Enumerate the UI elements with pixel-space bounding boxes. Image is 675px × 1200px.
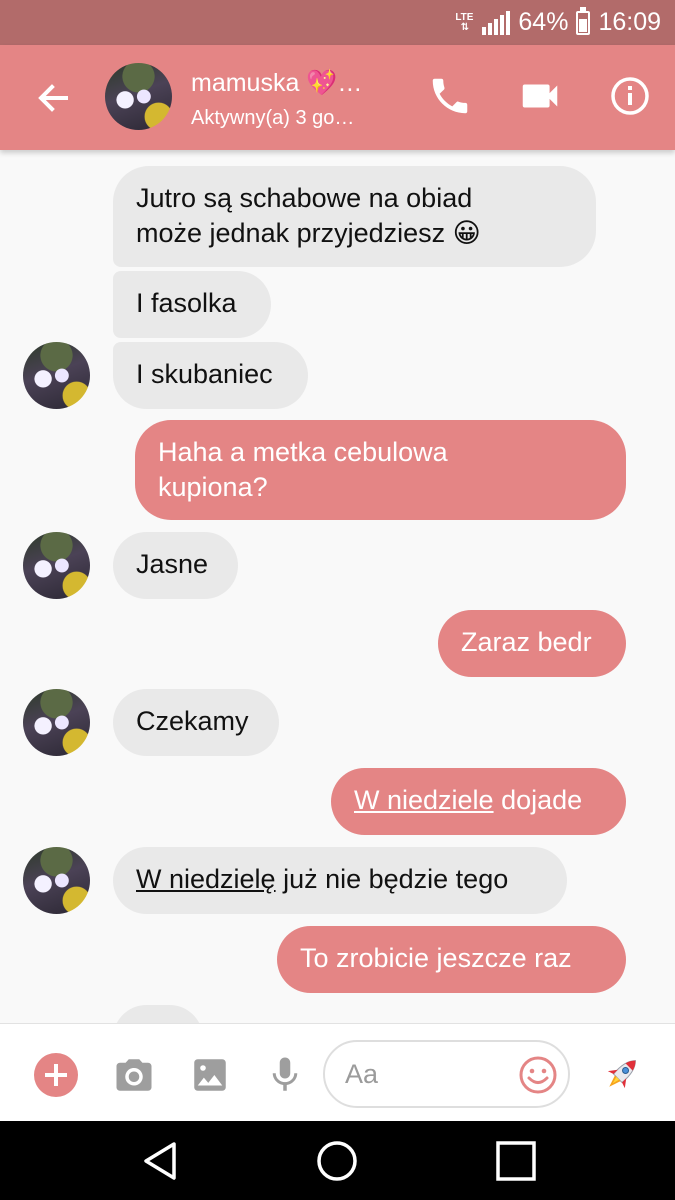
signal-icon — [482, 10, 511, 35]
microphone-button[interactable] — [264, 1054, 306, 1096]
status-bar: LTE ⇅ 64% 16:09 — [0, 0, 675, 45]
sender-avatar[interactable] — [23, 342, 90, 409]
message-text: I skubaniec — [136, 359, 273, 389]
message-text: Jasne — [136, 549, 209, 579]
message-input[interactable] — [345, 1056, 505, 1092]
video-camera-icon — [522, 84, 558, 108]
back-arrow-icon — [38, 84, 68, 112]
info-button[interactable] — [607, 73, 653, 119]
sender-avatar[interactable] — [23, 689, 90, 756]
gallery-button[interactable] — [189, 1054, 231, 1096]
conversation-header: mamuska 💖… Aktywny(a) 3 go… — [0, 45, 675, 150]
nav-recents-icon — [496, 1141, 536, 1181]
message-text: To zrobicie jeszcze raz — [300, 943, 572, 973]
network-type: LTE — [455, 11, 474, 23]
gallery-icon — [194, 1059, 226, 1091]
messenger-app: LTE ⇅ 64% 16:09 mamuska 💖… Aktywny(a) 3 … — [0, 0, 675, 1200]
message-text: już nie będzie tego — [275, 864, 509, 894]
plus-icon[interactable] — [34, 1053, 78, 1097]
emoji-icon — [519, 1056, 557, 1094]
message-incoming[interactable]: Jutro są schabowe na obiad może jednak p… — [113, 166, 596, 267]
typing-indicator — [113, 1005, 203, 1023]
nav-recents-button[interactable] — [494, 1139, 538, 1183]
message-line: Haha a metka cebulowa — [158, 437, 448, 467]
status-indicators: LTE ⇅ 64% 16:09 — [454, 0, 661, 45]
message-text: Czekamy — [136, 706, 249, 736]
emoji-button[interactable] — [518, 1055, 558, 1095]
send-rocket-button[interactable] — [600, 1052, 644, 1096]
battery-percent: 64% — [518, 8, 569, 36]
message-text: Zaraz bedr — [461, 627, 592, 657]
info-icon — [611, 77, 649, 115]
battery-fill — [579, 18, 588, 32]
contact-status: Aktywny(a) 3 go… — [191, 107, 355, 129]
camera-button[interactable] — [113, 1054, 155, 1096]
nav-back-button[interactable] — [138, 1139, 182, 1183]
message-incoming[interactable]: Jasne — [113, 532, 238, 599]
spellcheck-word[interactable]: W niedziele — [354, 785, 494, 815]
message-incoming[interactable]: W niedzielę już nie będzie tego — [113, 847, 567, 914]
battery-icon — [576, 6, 591, 35]
message-composer — [0, 1023, 675, 1121]
message-input-container[interactable] — [323, 1040, 570, 1108]
nav-home-button[interactable] — [315, 1139, 359, 1183]
camera-icon — [116, 1059, 152, 1091]
microphone-icon — [272, 1057, 298, 1091]
message-text: I fasolka — [136, 288, 237, 318]
message-outgoing[interactable]: To zrobicie jeszcze raz — [277, 926, 626, 993]
message-line: kupiona? — [158, 472, 268, 502]
phone-icon — [432, 78, 468, 114]
nav-back-icon — [144, 1142, 176, 1180]
message-line: Jutro są schabowe na obiad — [136, 183, 473, 213]
message-outgoing[interactable]: W niedziele dojade — [331, 768, 626, 835]
video-call-button[interactable] — [517, 73, 563, 119]
nav-home-icon — [317, 1141, 357, 1181]
contact-avatar[interactable] — [105, 63, 172, 130]
android-navigation-bar — [0, 1121, 675, 1200]
rocket-icon — [607, 1060, 636, 1089]
clock: 16:09 — [598, 8, 661, 36]
message-incoming[interactable]: I fasolka — [113, 271, 271, 338]
message-incoming[interactable]: I skubaniec — [113, 342, 308, 409]
message-line: może jednak przyjedziesz 😀 — [136, 218, 481, 248]
contact-name[interactable]: mamuska 💖… — [191, 69, 421, 98]
message-incoming[interactable]: Czekamy — [113, 689, 279, 756]
sender-avatar[interactable] — [23, 532, 90, 599]
lte-icon: LTE ⇅ — [455, 11, 474, 33]
spellcheck-word[interactable]: W niedzielę — [136, 864, 276, 894]
call-button[interactable] — [427, 73, 473, 119]
message-list[interactable]: Jutro są schabowe na obiad może jednak p… — [0, 150, 675, 1023]
message-text: dojade — [493, 785, 583, 815]
message-outgoing[interactable]: Zaraz bedr — [438, 610, 626, 677]
back-button[interactable] — [30, 75, 76, 121]
message-outgoing[interactable]: Haha a metka cebulowa kupiona? — [135, 420, 626, 520]
sender-avatar[interactable] — [23, 847, 90, 914]
